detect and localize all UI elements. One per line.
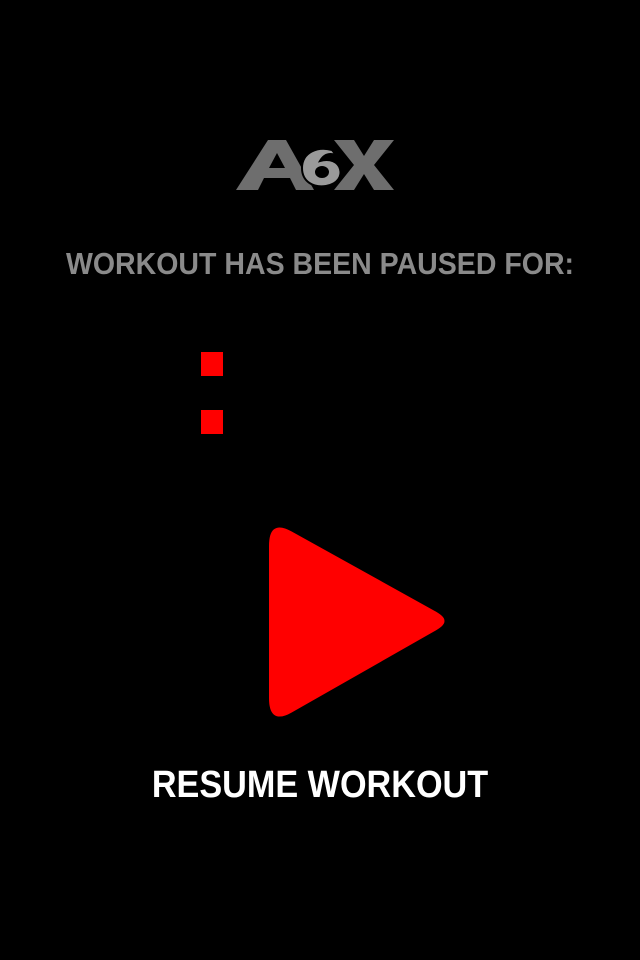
paused-for-label: WORKOUT HAS BEEN PAUSED FOR: <box>65 246 575 281</box>
pause-screen: WORKOUT HAS BEEN PAUSED FOR: RESUME WORK… <box>0 0 640 960</box>
colon-dot-top <box>201 352 223 376</box>
pause-timer <box>0 340 640 450</box>
play-button[interactable] <box>268 520 448 724</box>
a6x-logo <box>236 140 394 190</box>
play-icon <box>269 527 445 717</box>
resume-workout-button[interactable]: RESUME WORKOUT <box>32 764 608 807</box>
colon-dot-bottom <box>201 410 223 434</box>
